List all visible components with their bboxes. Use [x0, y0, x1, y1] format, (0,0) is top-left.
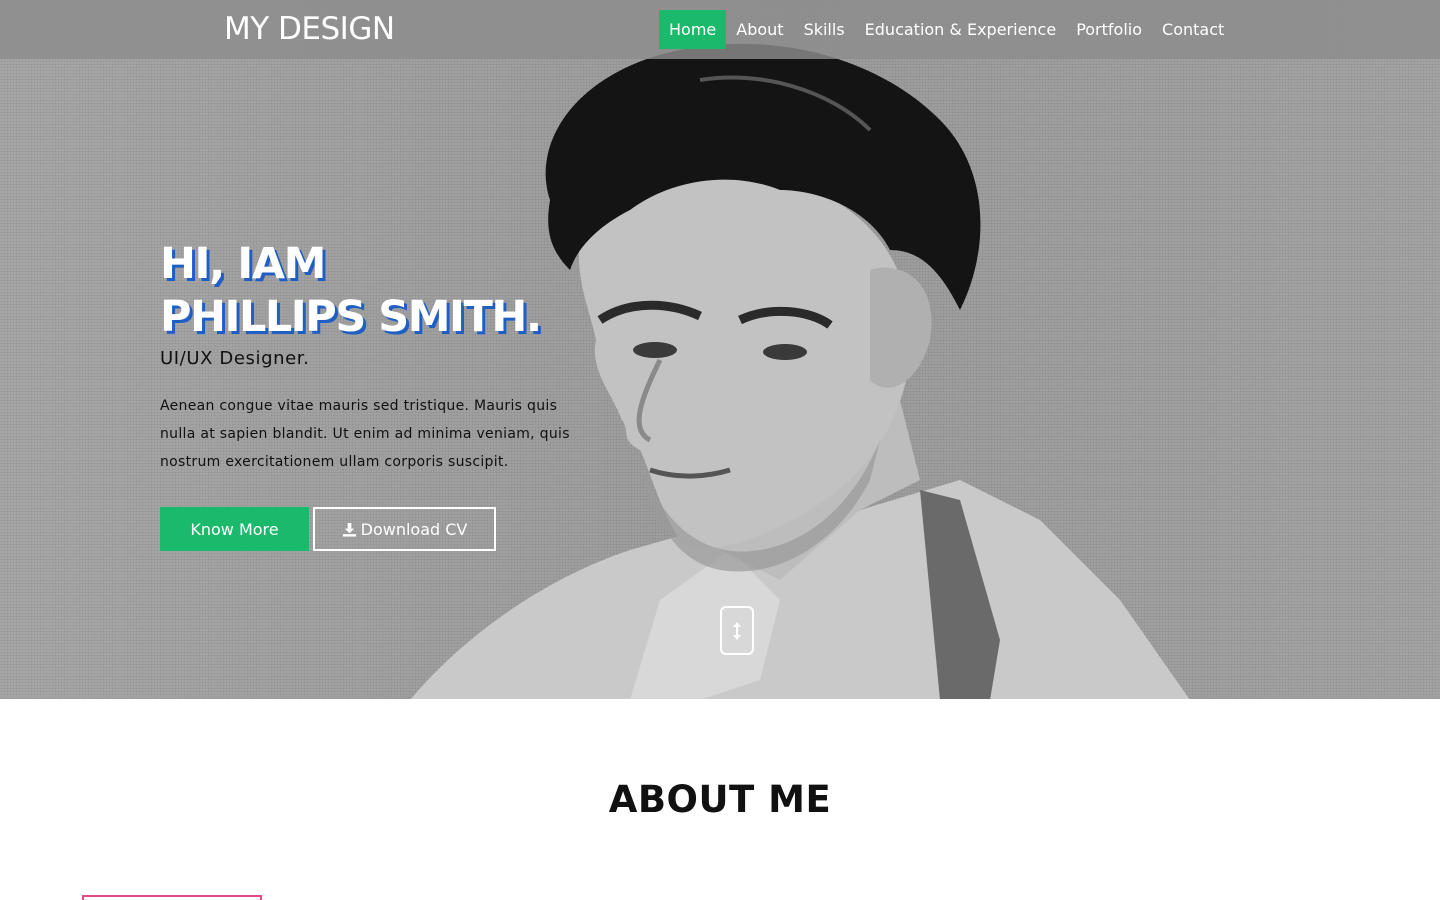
scroll-arrows-icon — [733, 621, 741, 640]
hero-section: MY DESIGN Home About Skills Education & … — [0, 0, 1440, 699]
nav-item-skills[interactable]: Skills — [794, 10, 855, 49]
main-nav: Home About Skills Education & Experience… — [659, 10, 1234, 49]
nav-item-education-experience[interactable]: Education & Experience — [855, 10, 1067, 49]
hero-title: HI, IAM PHILLIPS SMITH. — [160, 238, 542, 344]
scroll-down-button[interactable] — [720, 606, 754, 655]
brand-logo[interactable]: MY DESIGN — [224, 11, 395, 47]
nav-item-portfolio[interactable]: Portfolio — [1066, 10, 1152, 49]
download-icon — [342, 522, 356, 537]
know-more-button[interactable]: Know More — [160, 507, 309, 551]
nav-item-contact[interactable]: Contact — [1152, 10, 1234, 49]
hero-description: Aenean congue vitae mauris sed tristique… — [160, 398, 570, 470]
download-cv-button[interactable]: Download CV — [313, 507, 496, 551]
download-cv-label: Download CV — [360, 519, 468, 539]
nav-item-home[interactable]: Home — [659, 10, 727, 49]
hero-title-line-1: HI, IAM — [160, 239, 326, 289]
hero-title-line-2: PHILLIPS SMITH. — [160, 292, 542, 342]
about-image-frame — [82, 895, 262, 900]
hero-subtitle: UI/UX Designer. — [160, 348, 310, 369]
hero-portrait-image — [410, 43, 1190, 699]
top-navbar: MY DESIGN Home About Skills Education & … — [0, 0, 1440, 59]
about-section-title: ABOUT ME — [608, 778, 832, 821]
nav-item-about[interactable]: About — [726, 10, 793, 49]
